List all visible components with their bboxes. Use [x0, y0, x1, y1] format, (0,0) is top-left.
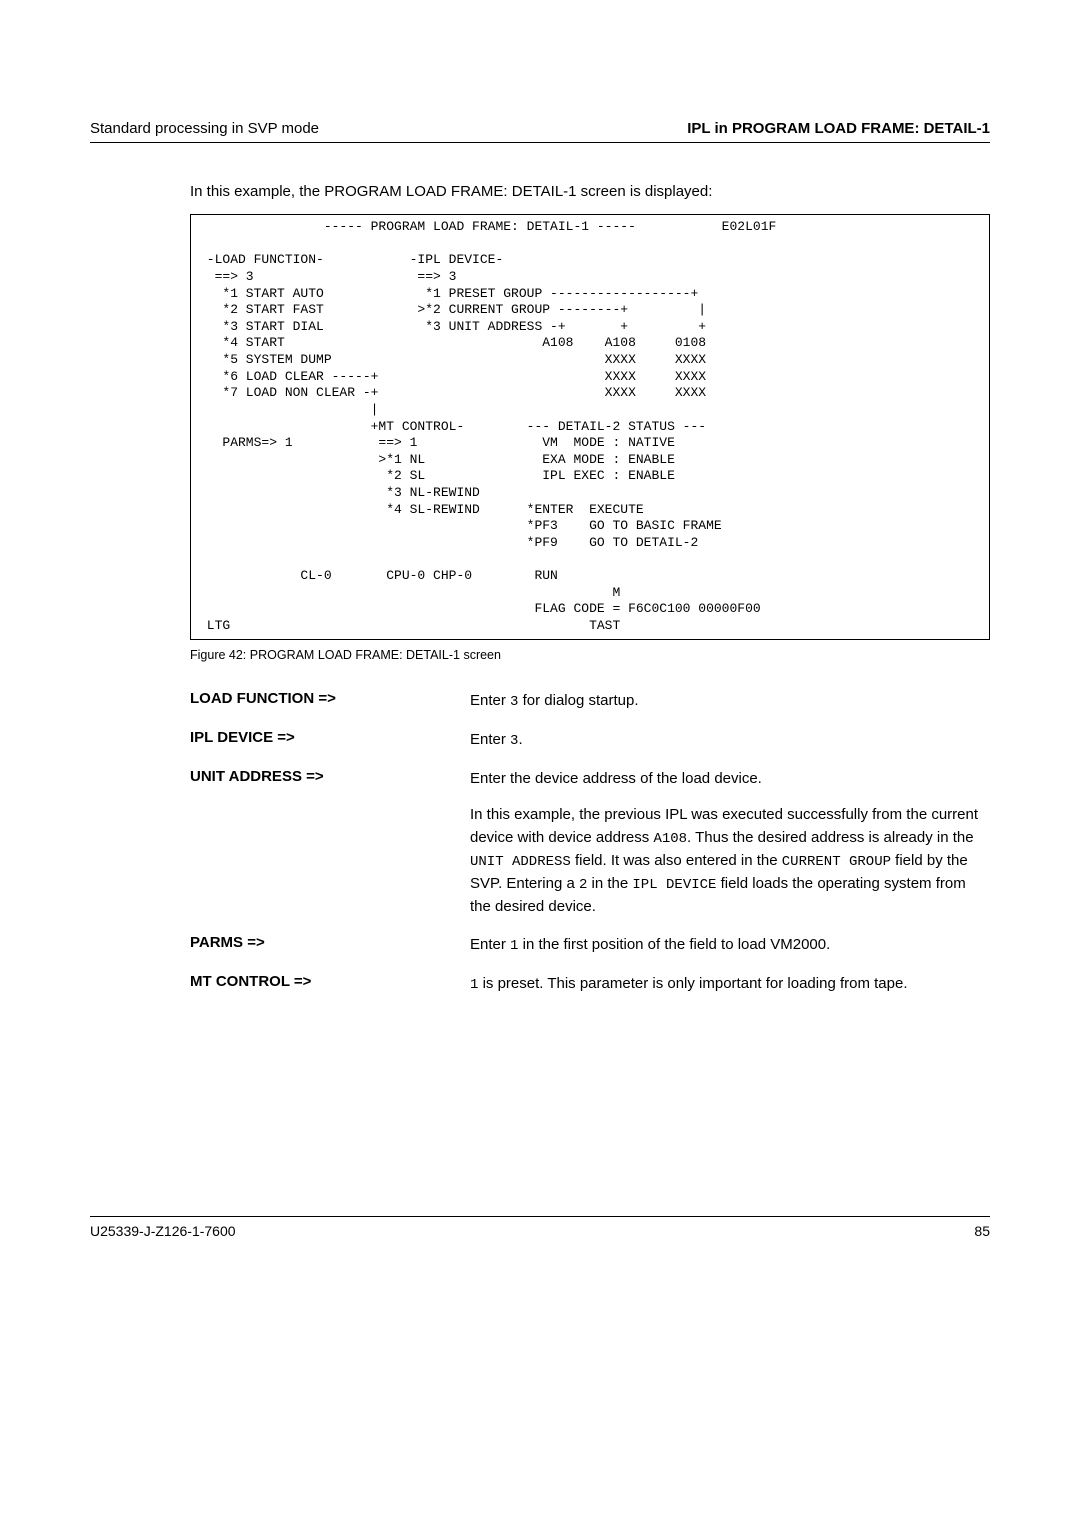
text: Enter: [470, 731, 510, 748]
text: in the first position of the field to lo…: [518, 936, 830, 953]
def-parms: PARMS => Enter 1 in the first position o…: [190, 934, 990, 957]
text: Enter the device address of the load dev…: [470, 768, 990, 791]
text: Enter: [470, 692, 510, 709]
header-right: IPL in PROGRAM LOAD FRAME: DETAIL-1: [687, 120, 990, 137]
def-term: MT CONTROL =>: [190, 973, 470, 996]
text: Enter: [470, 936, 510, 953]
header-left: Standard processing in SVP mode: [90, 120, 319, 137]
def-load-function: LOAD FUNCTION => Enter 3 for dialog star…: [190, 690, 990, 713]
text: In this example, the previous IPL was ex…: [470, 804, 990, 918]
def-term: IPL DEVICE =>: [190, 729, 470, 752]
def-term: PARMS =>: [190, 934, 470, 957]
terminal-screen: ----- PROGRAM LOAD FRAME: DETAIL-1 -----…: [190, 214, 990, 640]
def-desc: Enter 1 in the first position of the fie…: [470, 934, 990, 957]
def-ipl-device: IPL DEVICE => Enter 3.: [190, 729, 990, 752]
text: . Thus the desired address is already in…: [687, 829, 974, 846]
def-term: LOAD FUNCTION =>: [190, 690, 470, 713]
text: for dialog startup.: [518, 692, 638, 709]
def-desc: Enter 3.: [470, 729, 990, 752]
intro-text: In this example, the PROGRAM LOAD FRAME:…: [190, 183, 990, 200]
def-desc: Enter the device address of the load dev…: [470, 768, 990, 919]
def-desc: 1 is preset. This parameter is only impo…: [470, 973, 990, 996]
text: .: [518, 731, 522, 748]
page-footer: U25339-J-Z126-1-7600 85: [90, 1216, 990, 1239]
footer-left: U25339-J-Z126-1-7600: [90, 1223, 236, 1239]
code: A108: [653, 831, 687, 847]
figure-caption: Figure 42: PROGRAM LOAD FRAME: DETAIL-1 …: [190, 648, 990, 662]
text: in the: [587, 875, 632, 892]
code: IPL DEVICE: [632, 877, 716, 893]
code: UNIT ADDRESS: [470, 854, 571, 870]
footer-page-number: 85: [974, 1223, 990, 1239]
code: CURRENT GROUP: [782, 854, 891, 870]
text: field. It was also entered in the: [571, 852, 782, 869]
def-desc: Enter 3 for dialog startup.: [470, 690, 990, 713]
text: is preset. This parameter is only import…: [478, 975, 907, 992]
def-unit-address: UNIT ADDRESS => Enter the device address…: [190, 768, 990, 919]
page-header: Standard processing in SVP mode IPL in P…: [90, 120, 990, 143]
def-mt-control: MT CONTROL => 1 is preset. This paramete…: [190, 973, 990, 996]
def-term: UNIT ADDRESS =>: [190, 768, 470, 919]
